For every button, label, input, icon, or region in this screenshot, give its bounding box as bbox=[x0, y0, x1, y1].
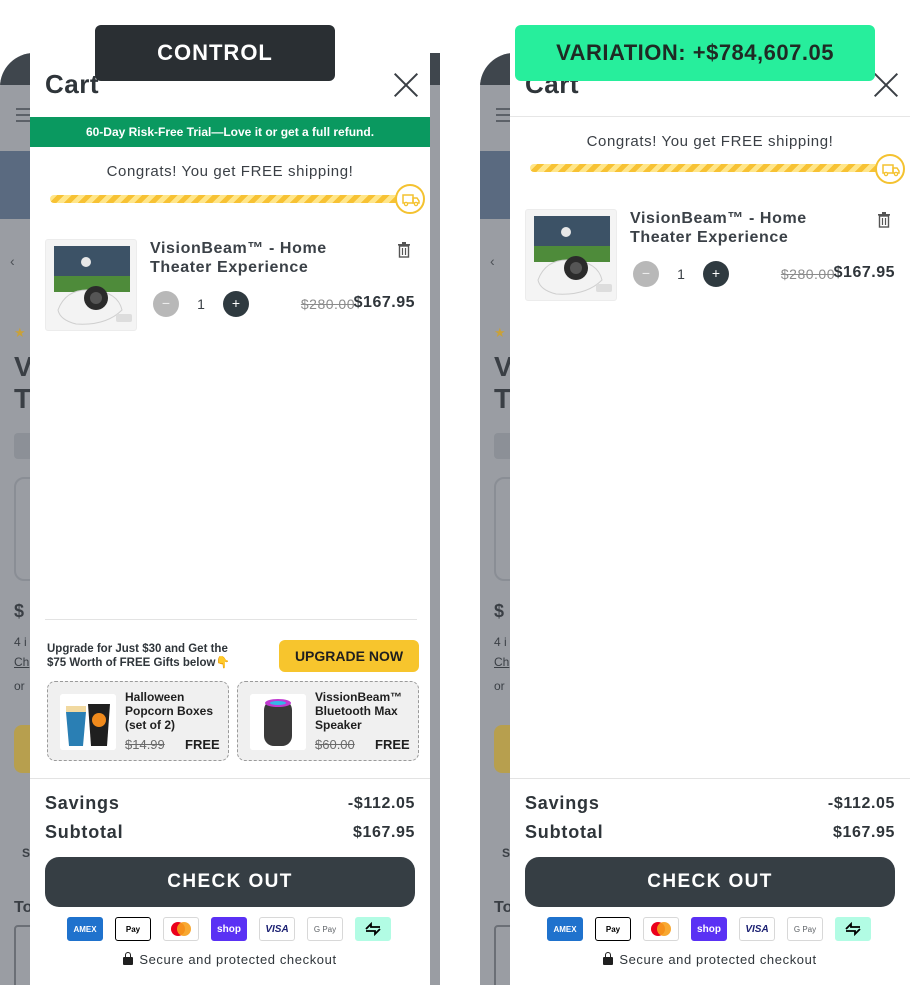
amex-icon: AMEX bbox=[67, 917, 103, 941]
quantity-increase-button[interactable]: + bbox=[703, 261, 729, 287]
store-text-fragment: or bbox=[14, 679, 25, 693]
google-pay-icon: G Pay bbox=[787, 917, 823, 941]
google-pay-icon: G Pay bbox=[307, 917, 343, 941]
quantity-value: 1 bbox=[197, 296, 205, 312]
store-text-fragment: 4 i bbox=[14, 635, 27, 649]
subtotal-label: Subtotal bbox=[45, 822, 124, 842]
quantity-value: 1 bbox=[677, 266, 685, 282]
sale-price: $167.95 bbox=[833, 264, 895, 281]
trial-banner: 60-Day Risk-Free Trial—Love it or get a … bbox=[30, 117, 430, 147]
savings-value: -$112.05 bbox=[347, 795, 415, 812]
gift-image bbox=[60, 694, 116, 750]
lock-icon bbox=[123, 952, 134, 965]
subtotal-value: $167.95 bbox=[352, 824, 415, 841]
payment-methods: AMEX Pay shop VISA G Pay bbox=[67, 917, 391, 941]
subtotal-value: $167.95 bbox=[832, 824, 895, 841]
mastercard-icon bbox=[163, 917, 199, 941]
savings-value: -$112.05 bbox=[827, 795, 895, 812]
close-icon[interactable] bbox=[392, 71, 420, 99]
product-name: VisionBeam™ - Home Theater Experience bbox=[150, 240, 327, 276]
control-label: CONTROL bbox=[95, 25, 335, 81]
store-text-fragment: S bbox=[502, 846, 511, 860]
gift-price: FREE bbox=[375, 737, 410, 752]
original-price: $280.00 bbox=[300, 296, 355, 312]
store-text-fragment: 4 i bbox=[494, 635, 507, 649]
sale-price: $167.95 bbox=[353, 294, 415, 311]
gift-name: Halloween Popcorn Boxes (set of 2) bbox=[125, 690, 214, 732]
variation-label: VARIATION: +$784,607.05 bbox=[515, 25, 875, 81]
savings-label: Savings bbox=[525, 793, 600, 813]
gift-image bbox=[250, 694, 306, 750]
shop-pay-icon: shop bbox=[691, 917, 727, 941]
lock-icon bbox=[603, 952, 614, 965]
shipping-progress-bar bbox=[530, 164, 890, 172]
store-price-fragment: $ bbox=[14, 601, 25, 621]
gift-price: FREE bbox=[185, 737, 220, 752]
cart-title: Cart bbox=[45, 69, 100, 99]
divider bbox=[45, 619, 417, 620]
apple-pay-icon: Pay bbox=[595, 917, 631, 941]
product-name: VisionBeam™ - Home Theater Experience bbox=[630, 210, 807, 246]
payment-methods: AMEX Pay shop VISA G Pay bbox=[547, 917, 871, 941]
chevron-left-icon: ‹ bbox=[490, 253, 495, 269]
amex-icon: AMEX bbox=[547, 917, 583, 941]
checkout-button[interactable]: CHECK OUT bbox=[45, 857, 415, 907]
close-icon[interactable] bbox=[872, 71, 900, 99]
product-image bbox=[45, 239, 137, 331]
truck-icon bbox=[875, 154, 905, 184]
chevron-left-icon: ‹ bbox=[10, 253, 15, 269]
quantity-decrease-button[interactable]: − bbox=[633, 261, 659, 287]
upgrade-now-button[interactable]: UPGRADE NOW bbox=[279, 640, 419, 672]
mastercard-icon bbox=[643, 917, 679, 941]
apple-pay-icon: Pay bbox=[115, 917, 151, 941]
upsell-text: Upgrade for Just $30 and Get the $75 Wor… bbox=[47, 643, 230, 669]
truck-icon bbox=[395, 184, 425, 214]
shipping-message: Congrats! You get FREE shipping! bbox=[586, 133, 834, 150]
store-price-fragment: $ bbox=[494, 601, 505, 621]
divider bbox=[510, 116, 910, 117]
visa-icon: VISA bbox=[739, 917, 775, 941]
cart-item: VisionBeam™ - Home Theater Experience − … bbox=[45, 239, 415, 335]
trash-icon[interactable] bbox=[877, 212, 891, 228]
star-icon: ★ bbox=[14, 325, 26, 340]
quantity-decrease-button[interactable]: − bbox=[153, 291, 179, 317]
secure-checkout-note: Secure and protected checkout bbox=[30, 952, 430, 967]
star-icon: ★ bbox=[494, 325, 506, 340]
divider bbox=[30, 778, 430, 779]
trash-icon[interactable] bbox=[397, 242, 411, 258]
cart-drawer-control: Cart 60-Day Risk-Free Trial—Love it or g… bbox=[30, 53, 430, 985]
original-price: $280.00 bbox=[780, 266, 835, 282]
subtotal-label: Subtotal bbox=[525, 822, 604, 842]
shop-pay-icon: shop bbox=[211, 917, 247, 941]
gift-card-speaker[interactable]: VissionBeam™ Bluetooth Max Speaker $60.0… bbox=[237, 681, 419, 761]
checkout-button[interactable]: CHECK OUT bbox=[525, 857, 895, 907]
cart-drawer-variation: Cart Congrats! You get FREE shipping! Vi… bbox=[510, 53, 910, 985]
quantity-increase-button[interactable]: + bbox=[223, 291, 249, 317]
savings-label: Savings bbox=[45, 793, 120, 813]
shipping-message: Congrats! You get FREE shipping! bbox=[106, 163, 354, 180]
gift-name: VissionBeam™ Bluetooth Max Speaker bbox=[315, 690, 403, 732]
store-link-fragment: Ch bbox=[494, 655, 510, 669]
afterpay-icon bbox=[355, 917, 391, 941]
secure-checkout-note: Secure and protected checkout bbox=[510, 952, 910, 967]
shipping-progress-bar bbox=[50, 195, 410, 203]
cart-item: VisionBeam™ - Home Theater Experience − … bbox=[525, 209, 895, 305]
product-image bbox=[525, 209, 617, 301]
gift-original-price: $60.00 bbox=[315, 737, 355, 752]
gift-original-price: $14.99 bbox=[125, 737, 165, 752]
afterpay-icon bbox=[835, 917, 871, 941]
store-text-fragment: S bbox=[22, 846, 31, 860]
visa-icon: VISA bbox=[259, 917, 295, 941]
store-text-fragment: or bbox=[494, 679, 505, 693]
divider bbox=[510, 778, 910, 779]
gift-card-popcorn[interactable]: Halloween Popcorn Boxes (set of 2) $14.9… bbox=[47, 681, 229, 761]
store-link-fragment: Ch bbox=[14, 655, 30, 669]
